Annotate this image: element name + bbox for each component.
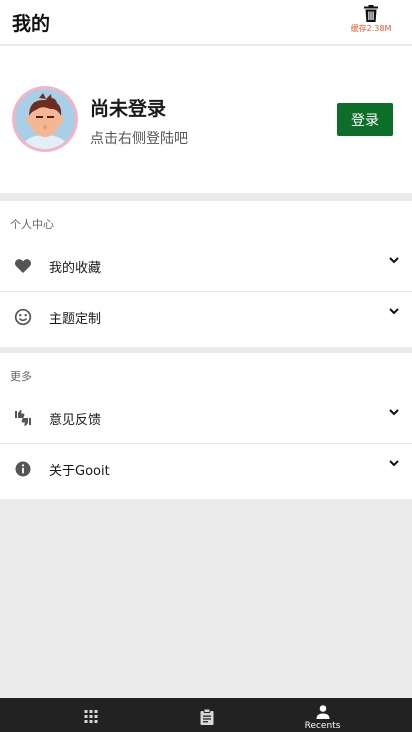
menu-item-label: 主题定制 xyxy=(49,312,102,327)
trash-icon xyxy=(364,5,378,22)
cache-size-label: 缓存2.38M xyxy=(350,24,392,33)
login-hint-text: 点击右侧登陆吧 xyxy=(90,131,188,147)
page-title: 我的 xyxy=(12,13,51,35)
more-section: 更多 意见反馈 关于Gooit xyxy=(0,353,412,499)
avatar[interactable] xyxy=(12,86,78,152)
section-title-more: 更多 xyxy=(10,370,32,383)
clipboard-icon xyxy=(200,709,213,725)
smiley-icon xyxy=(14,308,32,326)
nav-label-recents: Recents xyxy=(304,721,341,731)
info-icon xyxy=(15,461,31,477)
menu-item-label: 关于Gooit xyxy=(49,464,110,479)
nav-recents[interactable]: Recents xyxy=(254,698,391,732)
section-title-personal: 个人中心 xyxy=(10,218,54,231)
menu-item-feedback[interactable]: 意见反馈 xyxy=(0,393,412,443)
chevron-down-icon xyxy=(389,409,399,416)
profile-card: 尚未登录 点击右侧登陆吧 登录 xyxy=(0,46,412,193)
chevron-down-icon xyxy=(389,257,399,264)
bottom-navigation: Recents xyxy=(0,698,412,732)
thumbs-icon xyxy=(15,410,31,426)
clear-cache-button[interactable]: 缓存2.38M xyxy=(348,5,394,39)
chevron-down-icon xyxy=(389,460,399,467)
avatar-illustration xyxy=(21,93,69,149)
person-icon xyxy=(316,705,329,719)
menu-item-theme[interactable]: 主题定制 xyxy=(0,292,412,342)
chevron-down-icon xyxy=(389,308,399,315)
menu-item-label: 意见反馈 xyxy=(49,413,102,428)
menu-item-favorites[interactable]: 我的收藏 xyxy=(0,241,412,291)
personal-center-section: 个人中心 我的收藏 主题定制 xyxy=(0,201,412,347)
menu-item-label: 我的收藏 xyxy=(49,261,102,276)
menu-item-about[interactable]: 关于Gooit xyxy=(0,444,412,494)
username-text: 尚未登录 xyxy=(90,98,167,120)
heart-icon xyxy=(14,259,32,273)
login-button[interactable]: 登录 xyxy=(337,103,393,136)
apps-grid-icon xyxy=(84,710,97,723)
app-header: 我的 缓存2.38M xyxy=(0,0,412,45)
